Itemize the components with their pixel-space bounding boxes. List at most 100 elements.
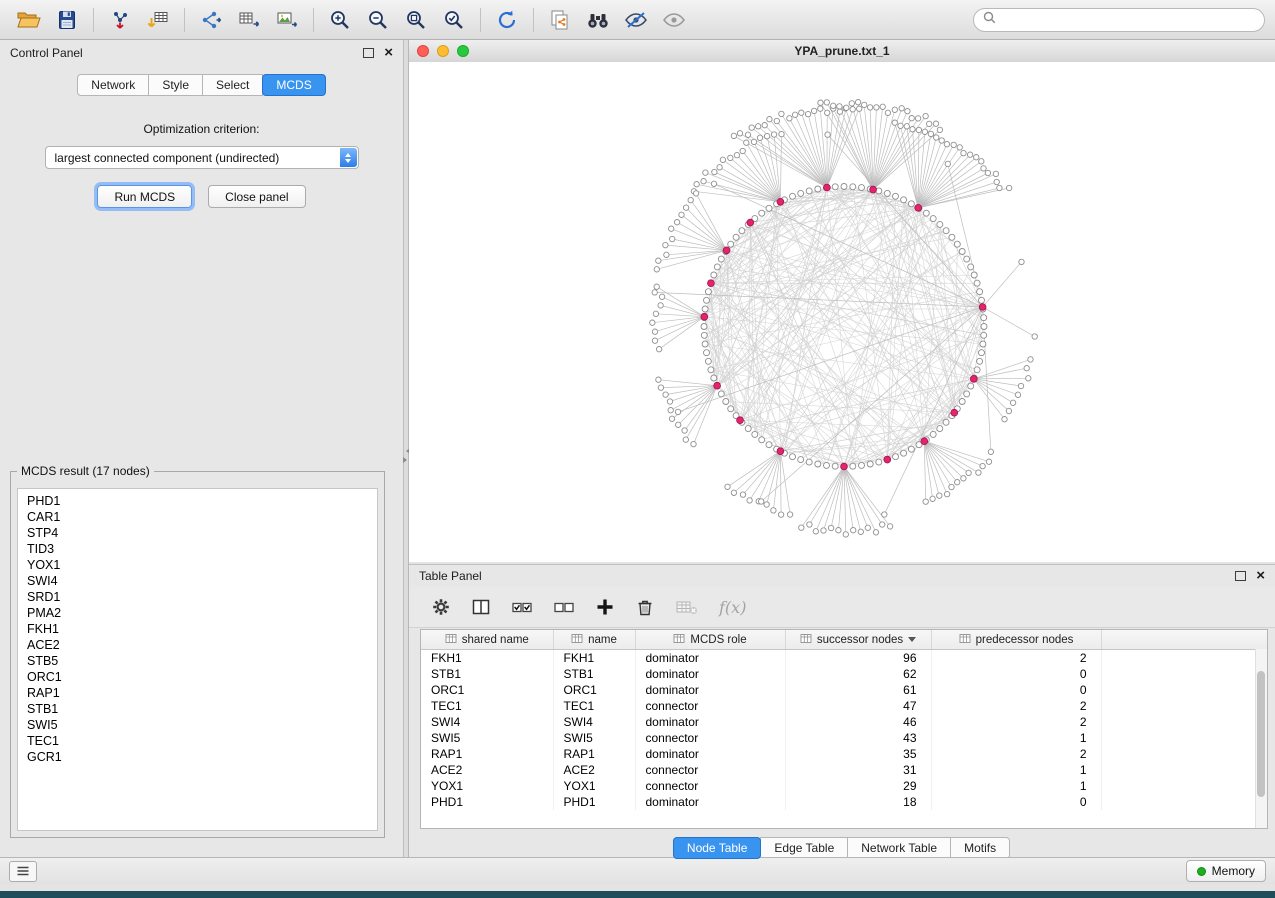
table-row[interactable]: FKH1FKH1dominator962 — [421, 650, 1267, 667]
tab-style[interactable]: Style — [148, 74, 203, 96]
cell-name[interactable]: PHD1 — [553, 794, 635, 810]
tab-network-table[interactable]: Network Table — [847, 837, 951, 859]
cell-shared-name[interactable]: SWI4 — [421, 714, 553, 730]
select-all-checkboxes-icon[interactable] — [511, 594, 533, 620]
network-canvas[interactable] — [409, 62, 1275, 562]
cell-predecessor-nodes[interactable]: 2 — [931, 698, 1101, 714]
cell-successor-nodes[interactable]: 43 — [785, 730, 931, 746]
mcds-result-item[interactable]: SWI5 — [18, 717, 377, 733]
cell-name[interactable]: ORC1 — [553, 682, 635, 698]
import-network-icon[interactable] — [101, 5, 139, 35]
status-menu-button[interactable] — [9, 861, 37, 882]
search-input[interactable] — [1002, 12, 1255, 28]
table-row[interactable]: SWI5SWI5connector431 — [421, 730, 1267, 746]
cell-successor-nodes[interactable]: 31 — [785, 762, 931, 778]
cell-predecessor-nodes[interactable]: 0 — [931, 794, 1101, 810]
column-header-shared-name[interactable]: shared name — [421, 630, 553, 650]
zoom-out-icon[interactable] — [359, 5, 397, 35]
cell-name[interactable]: TEC1 — [553, 698, 635, 714]
mcds-result-item[interactable]: SWI4 — [18, 573, 377, 589]
cell-successor-nodes[interactable]: 96 — [785, 650, 931, 667]
criterion-select[interactable]: largest connected component (undirected) — [45, 146, 359, 169]
apply-function-icon[interactable]: f(x) — [719, 594, 746, 620]
cell-mcds-role[interactable]: dominator — [635, 666, 785, 682]
tab-node-table[interactable]: Node Table — [673, 837, 762, 859]
cell-name[interactable]: FKH1 — [553, 650, 635, 667]
delete-column-icon[interactable] — [635, 594, 655, 620]
cell-mcds-role[interactable]: connector — [635, 778, 785, 794]
tab-select[interactable]: Select — [202, 74, 263, 96]
mcds-result-item[interactable]: CAR1 — [18, 509, 377, 525]
window-zoom-button[interactable] — [457, 45, 469, 57]
mcds-result-item[interactable]: YOX1 — [18, 557, 377, 573]
cell-successor-nodes[interactable]: 47 — [785, 698, 931, 714]
float-panel-icon[interactable] — [363, 48, 374, 58]
memory-button[interactable]: Memory — [1186, 860, 1266, 882]
cell-mcds-role[interactable]: connector — [635, 730, 785, 746]
network-graph[interactable] — [409, 62, 1275, 562]
hide-selected-icon[interactable] — [617, 5, 655, 35]
cell-shared-name[interactable]: RAP1 — [421, 746, 553, 762]
cell-successor-nodes[interactable]: 29 — [785, 778, 931, 794]
refresh-layout-icon[interactable] — [488, 5, 526, 35]
show-all-icon[interactable] — [655, 5, 693, 35]
clone-network-icon[interactable] — [541, 5, 579, 35]
mcds-result-item[interactable]: RAP1 — [18, 685, 377, 701]
cell-predecessor-nodes[interactable]: 2 — [931, 746, 1101, 762]
cell-successor-nodes[interactable]: 46 — [785, 714, 931, 730]
table-scrollbar[interactable] — [1255, 649, 1267, 828]
column-header-MCDS-role[interactable]: MCDS role — [635, 630, 785, 650]
network-window-titlebar[interactable]: YPA_prune.txt_1 — [409, 40, 1275, 63]
tab-network[interactable]: Network — [77, 74, 149, 96]
cell-mcds-role[interactable]: dominator — [635, 746, 785, 762]
table-row[interactable]: YOX1YOX1connector291 — [421, 778, 1267, 794]
tab-motifs[interactable]: Motifs — [950, 837, 1010, 859]
cell-shared-name[interactable]: SWI5 — [421, 730, 553, 746]
window-close-button[interactable] — [417, 45, 429, 57]
table-row[interactable]: SWI4SWI4dominator462 — [421, 714, 1267, 730]
settings-gear-icon[interactable] — [431, 594, 451, 620]
zoom-fit-icon[interactable] — [397, 5, 435, 35]
cell-name[interactable]: SWI5 — [553, 730, 635, 746]
cell-mcds-role[interactable]: connector — [635, 698, 785, 714]
mcds-result-item[interactable]: ACE2 — [18, 637, 377, 653]
mcds-result-item[interactable]: ORC1 — [18, 669, 377, 685]
save-session-icon[interactable] — [48, 5, 86, 35]
table-row[interactable]: PHD1PHD1dominator180 — [421, 794, 1267, 810]
table-row[interactable]: ORC1ORC1dominator610 — [421, 682, 1267, 698]
cell-predecessor-nodes[interactable]: 0 — [931, 682, 1101, 698]
cell-shared-name[interactable]: TEC1 — [421, 698, 553, 714]
close-panel-button[interactable]: Close panel — [208, 185, 305, 208]
tab-edge-table[interactable]: Edge Table — [760, 837, 848, 859]
mcds-result-item[interactable]: GCR1 — [18, 749, 377, 765]
cell-shared-name[interactable]: YOX1 — [421, 778, 553, 794]
mcds-result-item[interactable]: PMA2 — [18, 605, 377, 621]
cell-name[interactable]: SWI4 — [553, 714, 635, 730]
cell-successor-nodes[interactable]: 18 — [785, 794, 931, 810]
column-header-successor-nodes[interactable]: successor nodes — [785, 630, 931, 650]
mcds-result-item[interactable]: FKH1 — [18, 621, 377, 637]
cell-name[interactable]: ACE2 — [553, 762, 635, 778]
table-row[interactable]: STB1STB1dominator620 — [421, 666, 1267, 682]
tab-mcds[interactable]: MCDS — [262, 74, 325, 96]
table-scrollbar-thumb[interactable] — [1257, 671, 1265, 797]
column-header-predecessor-nodes[interactable]: predecessor nodes — [931, 630, 1101, 650]
cell-shared-name[interactable]: ORC1 — [421, 682, 553, 698]
mcds-result-item[interactable]: PHD1 — [18, 493, 377, 509]
cell-mcds-role[interactable]: dominator — [635, 650, 785, 667]
run-mcds-button[interactable]: Run MCDS — [97, 185, 192, 208]
add-column-icon[interactable] — [595, 594, 615, 620]
clear-column-icon[interactable] — [675, 594, 699, 620]
cell-successor-nodes[interactable]: 61 — [785, 682, 931, 698]
cell-name[interactable]: RAP1 — [553, 746, 635, 762]
cell-mcds-role[interactable]: connector — [635, 762, 785, 778]
panel-columns-icon[interactable] — [471, 594, 491, 620]
cell-successor-nodes[interactable]: 35 — [785, 746, 931, 762]
close-table-panel-icon[interactable]: × — [1256, 570, 1265, 582]
table-row[interactable]: ACE2ACE2connector311 — [421, 762, 1267, 778]
cell-shared-name[interactable]: ACE2 — [421, 762, 553, 778]
cell-predecessor-nodes[interactable]: 1 — [931, 778, 1101, 794]
cell-successor-nodes[interactable]: 62 — [785, 666, 931, 682]
mcds-result-item[interactable]: STB5 — [18, 653, 377, 669]
float-table-panel-icon[interactable] — [1235, 571, 1246, 581]
